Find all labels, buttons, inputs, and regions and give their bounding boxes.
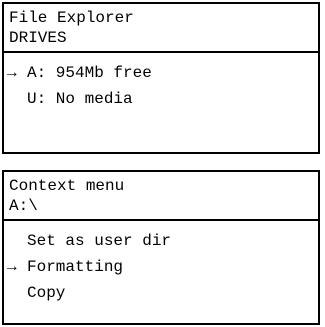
drive-item-a[interactable]: → A: 954Mb free [4, 60, 318, 86]
drives-subtitle: DRIVES [9, 29, 67, 47]
context-menu-list: Set as user dir → Formatting Copy [4, 221, 318, 306]
context-menu-header: Context menu A:\ [4, 172, 318, 221]
selection-arrow-icon: → [7, 64, 17, 82]
context-menu-title: Context menu [9, 177, 125, 195]
drive-item-label: U: No media [27, 90, 133, 108]
file-explorer-panel: File Explorer DRIVES → A: 954Mb free U: … [2, 2, 320, 154]
menu-item-formatting[interactable]: → Formatting [4, 254, 318, 280]
menu-item-label: Set as user dir [27, 232, 172, 250]
selection-arrow-icon: → [7, 258, 17, 276]
menu-item-label: Copy [27, 284, 66, 302]
current-path: A:\ [9, 197, 38, 215]
context-menu-panel: Context menu A:\ Set as user dir → Forma… [2, 170, 320, 325]
menu-item-copy[interactable]: Copy [4, 280, 318, 306]
drive-list: → A: 954Mb free U: No media [4, 53, 318, 112]
drive-item-label: A: 954Mb free [27, 64, 152, 82]
file-explorer-header: File Explorer DRIVES [4, 4, 318, 53]
file-explorer-title: File Explorer [9, 9, 134, 27]
menu-item-label: Formatting [27, 258, 124, 276]
menu-item-set-as-user-dir[interactable]: Set as user dir [4, 228, 318, 254]
drive-item-u[interactable]: U: No media [4, 86, 318, 112]
